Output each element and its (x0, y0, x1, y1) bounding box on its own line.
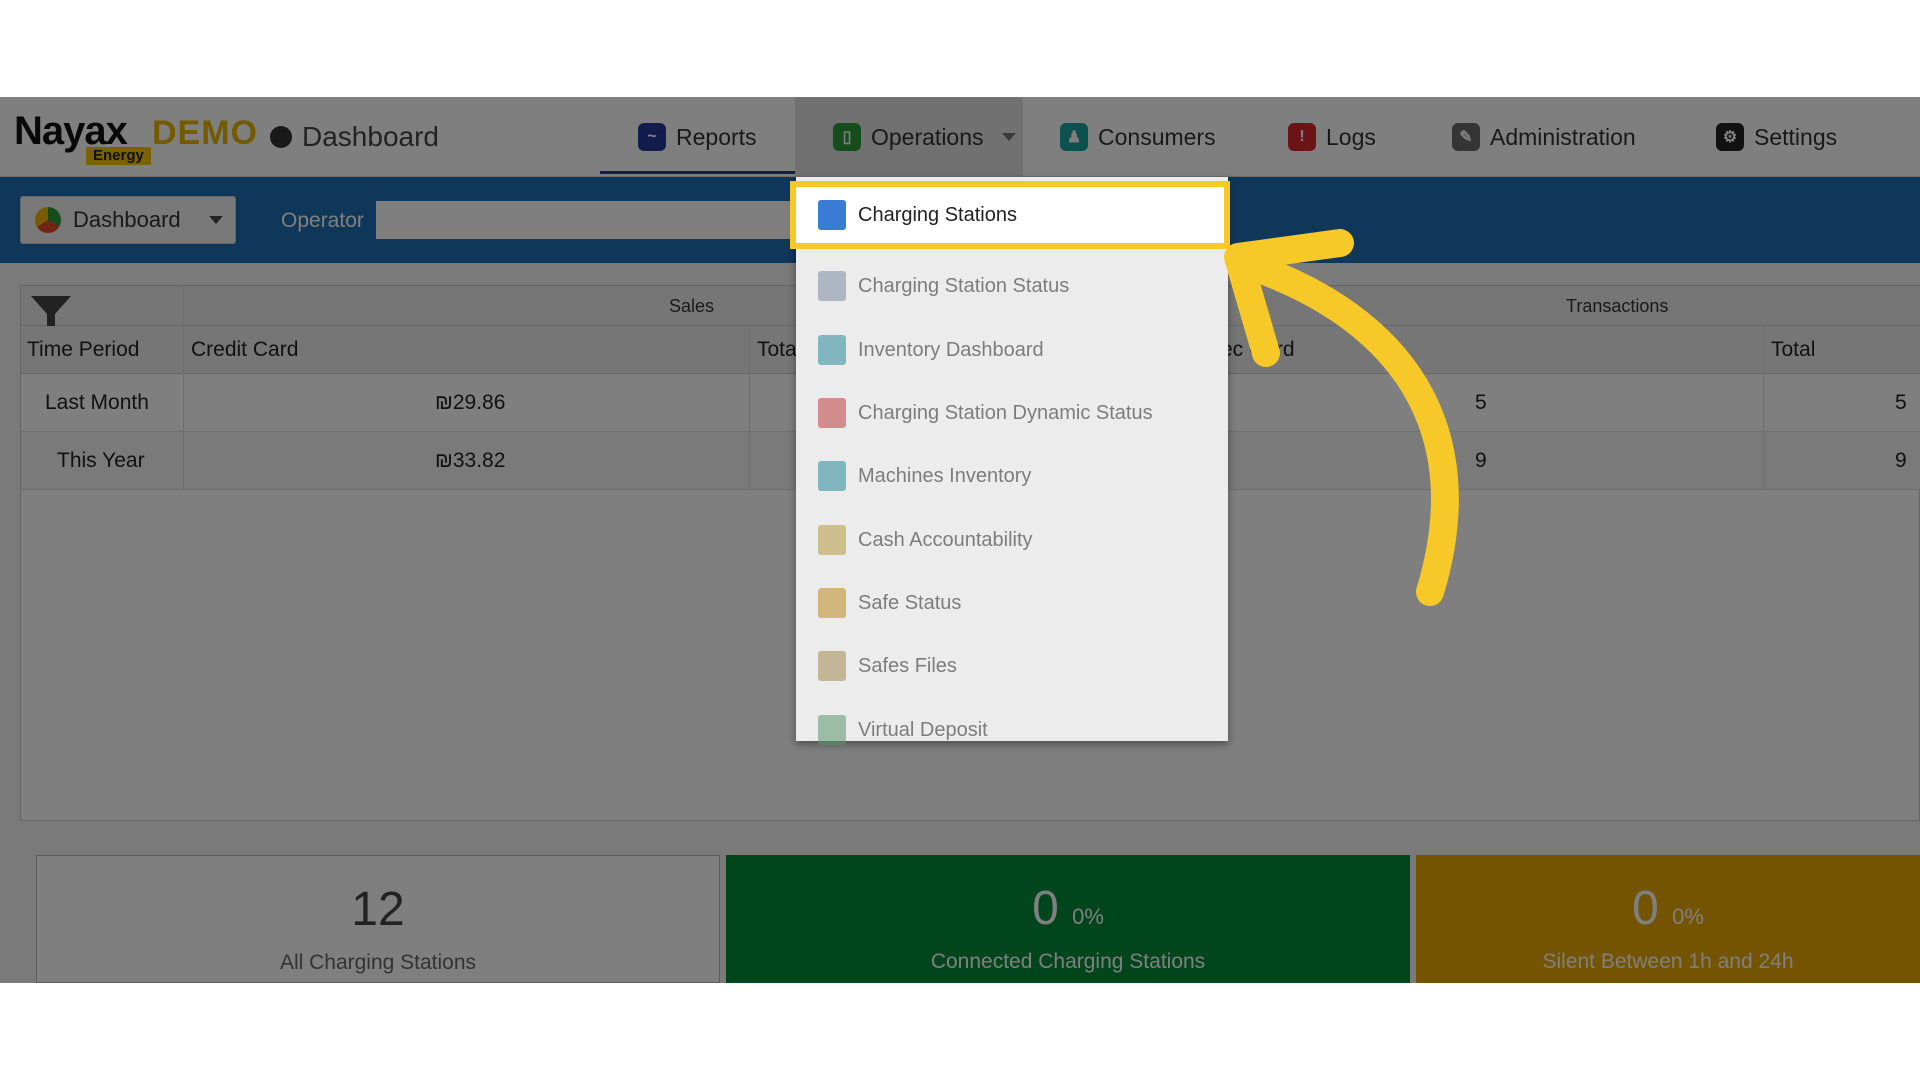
menu-item-label: Machines Inventory (858, 464, 1032, 487)
menu-item-machines-inventory[interactable]: Machines Inventory (796, 445, 1228, 507)
menu-item-label: Inventory Dashboard (858, 338, 1044, 361)
menu-item-label: Cash Accountability (858, 528, 1033, 551)
menu-item-label: Safe Status (858, 591, 962, 614)
menu-item-safe-status[interactable]: Safe Status (796, 572, 1228, 634)
menu-item-cash-accountability[interactable]: Cash Accountability (796, 509, 1228, 571)
menu-item-safes-files[interactable]: Safes Files (796, 635, 1228, 697)
cash-accountability-icon (818, 525, 846, 555)
app-frame: Nayax DEMO Energy Dashboard ~ Reports ▯ … (0, 97, 1920, 983)
menu-item-virtual-deposit[interactable]: Virtual Deposit (796, 699, 1228, 761)
safe-status-icon (818, 588, 846, 618)
charging-stations-icon (818, 200, 846, 230)
dynamic-status-icon (818, 398, 846, 428)
inventory-dashboard-icon (818, 335, 846, 365)
menu-item-label: Virtual Deposit (858, 718, 988, 741)
virtual-deposit-icon (818, 715, 846, 745)
safes-files-icon (818, 651, 846, 681)
menu-item-label: Charging Stations (858, 203, 1017, 226)
machines-inventory-icon (818, 461, 846, 491)
operations-dropdown-menu: Charging Stations Charging Station Statu… (790, 177, 1230, 745)
menu-item-label: Charging Station Status (858, 274, 1070, 297)
menu-item-label: Charging Station Dynamic Status (858, 401, 1153, 424)
menu-item-charging-stations[interactable]: Charging Stations (790, 181, 1230, 249)
menu-item-charging-station-status[interactable]: Charging Station Status (796, 255, 1228, 317)
charging-station-status-icon (818, 271, 846, 301)
menu-item-dynamic-status[interactable]: Charging Station Dynamic Status (796, 382, 1228, 444)
menu-item-label: Safes Files (858, 654, 957, 677)
menu-item-inventory-dashboard[interactable]: Inventory Dashboard (796, 319, 1228, 381)
